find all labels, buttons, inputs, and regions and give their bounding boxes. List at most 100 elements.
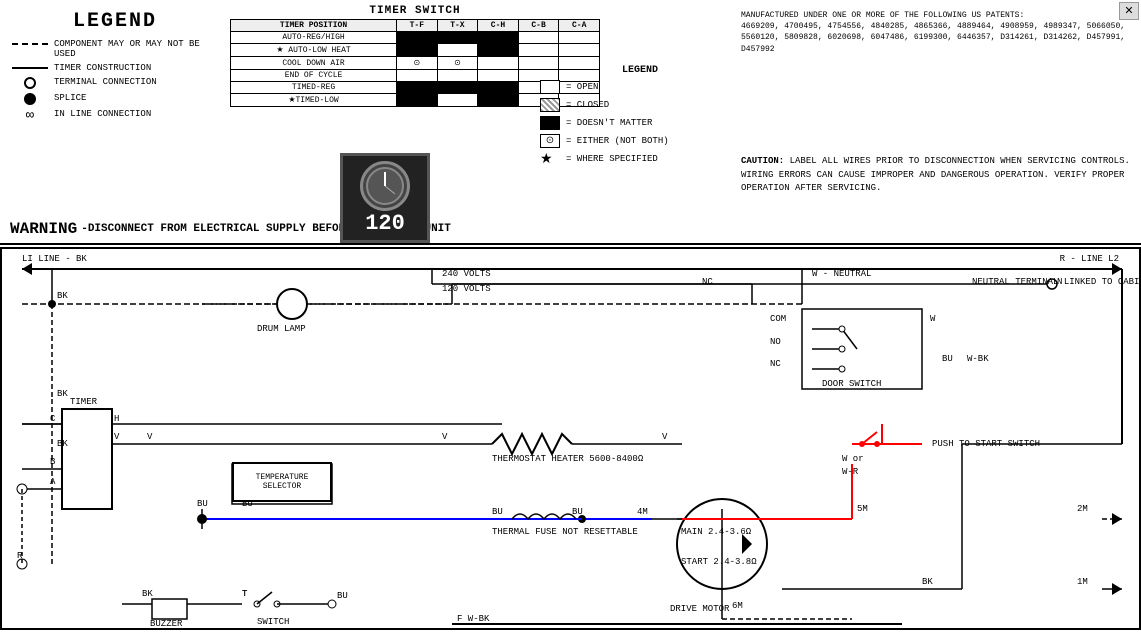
bk-label-2: BK <box>57 389 68 399</box>
bk-right-label: BK <box>922 577 933 587</box>
tl-closed: = CLOSED <box>540 98 740 112</box>
table-cell <box>397 44 438 57</box>
patents-text: MANUFACTURED UNDER ONE OR MORE OF THE FO… <box>741 10 1131 55</box>
table-row: ★ AUTO-LOW HEAT <box>231 44 600 57</box>
legend-box: LEGEND COMPONENT MAY OR MAY NOT BE USED … <box>10 10 220 127</box>
col-cb: C-B <box>518 20 559 32</box>
thermostat-heater-label: THERMOSTAT HEATER 5600-8400Ω <box>492 454 622 464</box>
table-cell <box>437 94 478 107</box>
dashed-line-symbol <box>10 39 50 45</box>
splice-symbol <box>10 93 50 105</box>
r-line-label: R - LINE L2 <box>1060 254 1119 264</box>
table-cell <box>397 32 438 44</box>
h-terminal: H <box>114 414 119 424</box>
w-r-label: W-R <box>842 467 858 477</box>
table-cell <box>437 82 478 94</box>
tl-doesnt-matter: = DOESN'T MATTER <box>540 116 740 130</box>
col-tf: T-F <box>397 20 438 32</box>
bu-wire-label-2: BU <box>572 507 583 517</box>
volts-120-label: 120 VOLTS <box>442 284 491 294</box>
legend-text-splice: SPLICE <box>54 93 86 103</box>
top-section: LEGEND COMPONENT MAY OR MAY NOT BE USED … <box>0 0 1141 245</box>
caution-title: CAUTION: <box>741 156 784 166</box>
caution-body: LABEL ALL WIRES PRIOR TO DISCONNECTION W… <box>741 156 1130 193</box>
table-legend-title: LEGEND <box>540 65 740 76</box>
solid-line-symbol <box>10 63 50 69</box>
v-wire-label-2: V <box>442 432 447 442</box>
meter-display: 120 <box>340 153 430 243</box>
row-label: ★TIMED-LOW <box>231 94 397 107</box>
5m-label: 5M <box>857 504 868 514</box>
legend-text-terminal: TERMINAL CONNECTION <box>54 77 157 87</box>
either-symbol: ⊙ <box>540 134 560 148</box>
nc-door-label: NC <box>770 359 781 369</box>
table-row: AUTO-REG/HIGH <box>231 32 600 44</box>
tl-either: ⊙ = EITHER (NOT BOTH) <box>540 134 740 148</box>
switch-label: SWITCH <box>257 617 289 627</box>
neutral-terminal-label: NEUTRAL TERMINAL LINKED TO CABINET <box>972 277 1132 289</box>
drive-motor-label: DRIVE MOTOR <box>670 604 729 614</box>
door-switch-label: DOOR SWITCH <box>822 379 881 389</box>
bk-label-1: BK <box>57 291 68 301</box>
table-cell <box>397 94 438 107</box>
open-label: = OPEN <box>566 82 598 92</box>
star-label: = WHERE SPECIFIED <box>566 154 658 164</box>
patents-numbers: 4669209, 4700495, 4754556, 4840285, 4865… <box>741 22 1125 53</box>
legend-text-inline: IN LINE CONNECTION <box>54 109 151 119</box>
tl-star: ★ = WHERE SPECIFIED <box>540 152 740 166</box>
table-cell <box>559 32 600 44</box>
col-tx: T-X <box>437 20 478 32</box>
meter-value: 120 <box>365 211 405 236</box>
inline-symbol: ∞ <box>10 109 50 123</box>
table-cell <box>559 44 600 57</box>
timer-label: TIMER <box>70 397 97 407</box>
col-ca: C-A <box>559 20 600 32</box>
bu-label-right: BU <box>942 354 953 364</box>
start-motor-label: START 2.4-3.8Ω <box>681 557 723 567</box>
table-cell <box>437 70 478 82</box>
table-cell <box>478 82 519 94</box>
b-terminal: B <box>50 457 55 467</box>
table-cell <box>437 44 478 57</box>
nc-label: NC <box>702 277 713 287</box>
table-cell: ⊙ <box>397 57 438 70</box>
caution-text: CAUTION: LABEL ALL WIRES PRIOR TO DISCON… <box>741 155 1131 196</box>
f-w-bk-label: F W-BK <box>457 614 489 624</box>
legend-item-terminal: TERMINAL CONNECTION <box>10 77 220 89</box>
1m-label: 1M <box>1077 577 1088 587</box>
table-cell <box>518 32 559 44</box>
w-bk-label: W-BK <box>967 354 989 364</box>
buzzer-label: BUZZER <box>150 619 182 629</box>
thermal-fuse-label: THERMAL FUSE NOT RESETTABLE <box>492 527 622 537</box>
v-terminal: V <box>114 432 119 442</box>
table-cell <box>437 32 478 44</box>
table-cell <box>478 94 519 107</box>
row-label: END OF CYCLE <box>231 70 397 82</box>
row-label: COOL DOWN AIR <box>231 57 397 70</box>
doesnt-matter-symbol <box>540 116 560 130</box>
closed-label: = CLOSED <box>566 100 609 110</box>
6m-label: 6M <box>732 601 743 611</box>
bk-bottom-label: BK <box>142 589 153 599</box>
wiring-inner: LI LINE - BK R - LINE L2 240 VOLTS 120 V… <box>2 249 1139 628</box>
closed-symbol <box>540 98 560 112</box>
timer-pos-header: TIMER POSITION <box>231 20 397 32</box>
col-ch: C-H <box>478 20 519 32</box>
temperature-selector-box: TEMPERATURE SELECTOR <box>232 462 332 502</box>
table-cell <box>478 70 519 82</box>
bu-terminal-label: BU <box>337 591 348 601</box>
bu-left-label: BU <box>197 499 208 509</box>
legend-title: LEGEND <box>10 10 220 33</box>
temperature-selector-label: TEMPERATURE SELECTOR <box>256 473 309 491</box>
v-wire-label: V <box>147 432 152 442</box>
w-or-label: W or <box>842 454 864 464</box>
legend-item-dashed: COMPONENT MAY OR MAY NOT BE USED <box>10 39 220 59</box>
tl-open: = OPEN <box>540 80 740 94</box>
timer-switch-label: TIMER SWITCH <box>230 5 600 17</box>
row-label: TIMED-REG <box>231 82 397 94</box>
wiring-section: LI LINE - BK R - LINE L2 240 VOLTS 120 V… <box>0 247 1141 630</box>
table-cell <box>518 44 559 57</box>
4m-label: 4M <box>637 507 648 517</box>
li-line-label: LI LINE - BK <box>22 254 87 264</box>
bk-bottom-t-label: T <box>242 589 247 599</box>
